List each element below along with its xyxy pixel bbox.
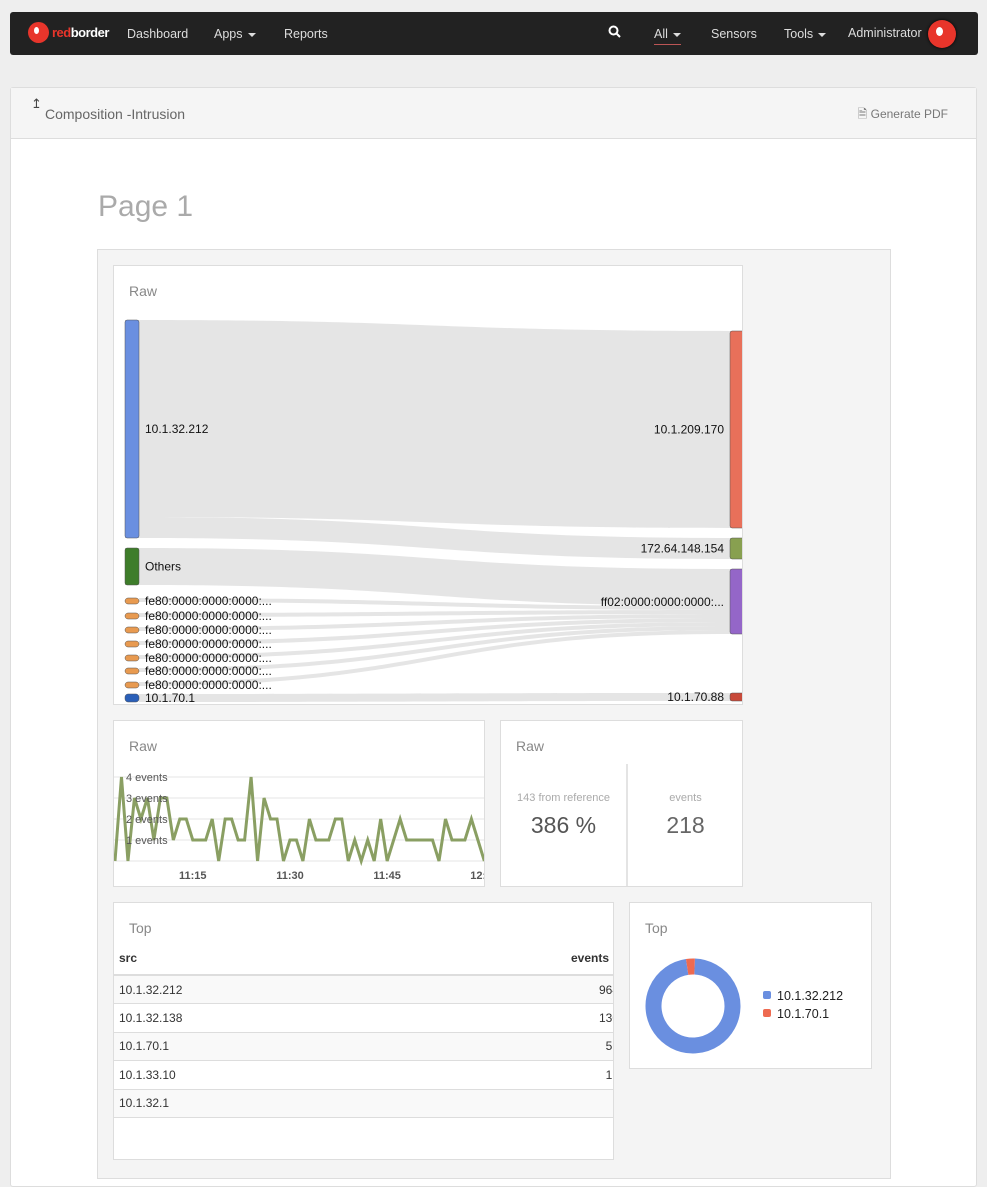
- stats-widget: Raw 143 from reference 386 % events 218: [500, 720, 743, 887]
- sankey-target-node: [730, 538, 742, 559]
- donut-slice: [654, 967, 733, 1046]
- y-tick-label: 4 events: [126, 772, 168, 784]
- search-icon[interactable]: [608, 25, 621, 41]
- sankey-source-node: [125, 655, 139, 661]
- sankey-widget: Raw 10.1.32.212Othersfe80:0000:0000:0000…: [113, 265, 743, 705]
- caret-down-icon: [673, 33, 681, 37]
- table-row[interactable]: 10.1.33.1017: [114, 1061, 613, 1090]
- nav-reports[interactable]: Reports: [284, 27, 328, 41]
- sankey-target-label: ff02:0000:0000:0000:...: [601, 595, 724, 609]
- sankey-source-label: fe80:0000:0000:0000:...: [145, 678, 272, 692]
- reference-label: 143 from reference: [501, 792, 626, 804]
- sankey-target-node: [730, 331, 742, 528]
- sankey-source-node: [125, 682, 139, 688]
- sankey-target-label: 10.1.70.88: [667, 690, 724, 704]
- events-cell: 6: [384, 1089, 613, 1118]
- legend-label: 10.1.32.212: [777, 989, 843, 1003]
- table-scroll[interactable]: srcevents 10.1.32.21296410.1.32.13813010…: [114, 941, 613, 1118]
- y-tick-label: 2 events: [126, 814, 168, 826]
- events-cell: 51: [384, 1032, 613, 1061]
- nav-dashboard[interactable]: Dashboard: [127, 27, 188, 41]
- top-table-widget: Top srcevents 10.1.32.21296410.1.32.1381…: [113, 902, 614, 1160]
- top-navbar: redborder Dashboard Apps Reports All Sen…: [10, 12, 978, 55]
- column-header-src[interactable]: src: [114, 941, 384, 975]
- column-header-events[interactable]: events: [384, 941, 613, 975]
- x-tick-label: 11:30: [276, 870, 304, 882]
- x-tick-label: 11:15: [179, 870, 207, 882]
- sankey-source-node: [125, 627, 139, 633]
- sankey-chart: 10.1.32.212 Others fe80:0000:0000:0000:...…: [114, 266, 742, 704]
- sankey-source-label: fe80:0000:0000:0000:...: [145, 651, 272, 665]
- filter-all-dropdown[interactable]: All: [654, 27, 681, 45]
- sankey-target-node: [730, 693, 742, 701]
- sankey-link: [139, 693, 730, 702]
- sankey-source-node: [125, 641, 139, 647]
- generate-pdf-button[interactable]: 🗎 Generate PDF: [858, 105, 948, 126]
- sankey-source-node: [125, 320, 139, 538]
- line-widget: Raw 1 events2 events3 events4 events11:1…: [113, 720, 485, 887]
- legend-swatch: [763, 991, 771, 999]
- sankey-target-label: 10.1.209.170: [654, 423, 724, 437]
- events-value: 218: [628, 812, 743, 839]
- panel-header: ↥ Composition -Intrusion 🗎 Generate PDF: [11, 88, 976, 139]
- sankey-source-node: [125, 694, 139, 702]
- sankey-link: [139, 320, 730, 528]
- line-chart: 1 events 2 events 3 events 4 events 11:15 11:…: [114, 721, 484, 886]
- sankey-source-label: 10.1.70.1: [145, 691, 195, 704]
- logo-icon: [28, 22, 49, 43]
- src-cell: 10.1.33.10: [114, 1061, 384, 1090]
- user-menu[interactable]: Administrator: [848, 26, 922, 40]
- report-title: Composition -Intrusion: [45, 106, 185, 122]
- widget-title: Top: [129, 920, 152, 936]
- sankey-source-label: fe80:0000:0000:0000:...: [145, 623, 272, 637]
- nav-sensors[interactable]: Sensors: [711, 27, 757, 41]
- back-arrow-icon[interactable]: ↥: [31, 96, 42, 112]
- events-cell: 964: [384, 975, 613, 1004]
- page-title: Page 1: [98, 190, 193, 224]
- legend-label: 10.1.70.1: [777, 1007, 829, 1021]
- y-tick-label: 3 events: [126, 793, 168, 805]
- redborder-logo[interactable]: redborder: [28, 22, 109, 43]
- donut-widget: Top 10.1.32.21210.1.70.1: [629, 902, 872, 1069]
- table-row[interactable]: 10.1.70.151: [114, 1032, 613, 1061]
- nav-apps[interactable]: Apps: [214, 27, 256, 41]
- widget-title: Raw: [516, 738, 544, 754]
- sankey-target-node: [730, 569, 742, 634]
- sankey-source-node: [125, 598, 139, 604]
- table-row[interactable]: 10.1.32.16: [114, 1089, 613, 1118]
- percent-value: 386 %: [501, 812, 626, 839]
- sankey-target-label: 172.64.148.154: [641, 542, 725, 556]
- src-cell: 10.1.32.138: [114, 1004, 384, 1033]
- sankey-source-label: fe80:0000:0000:0000:...: [145, 637, 272, 651]
- caret-down-icon: [248, 33, 256, 37]
- x-tick-label: 12:00: [470, 870, 484, 882]
- legend-swatch: [763, 1009, 771, 1017]
- sankey-source-label: fe80:0000:0000:0000:...: [145, 594, 272, 608]
- y-tick-label: 1 events: [126, 835, 168, 847]
- avatar[interactable]: [928, 20, 956, 48]
- sankey-source-node: [125, 668, 139, 674]
- events-cell: 17: [384, 1061, 613, 1090]
- sankey-source-label: Others: [145, 560, 181, 574]
- events-cell: 130: [384, 1004, 613, 1033]
- src-cell: 10.1.32.212: [114, 975, 384, 1004]
- sankey-source-label: fe80:0000:0000:0000:...: [145, 664, 272, 678]
- events-label: events: [628, 792, 743, 804]
- table-row[interactable]: 10.1.32.212964: [114, 975, 613, 1004]
- x-tick-label: 11:45: [373, 870, 401, 882]
- document-icon: 🗎: [858, 107, 868, 121]
- sankey-source-node: [125, 613, 139, 619]
- sankey-source-label: fe80:0000:0000:0000:...: [145, 609, 272, 623]
- top-table: srcevents 10.1.32.21296410.1.32.13813010…: [114, 941, 613, 1118]
- src-cell: 10.1.70.1: [114, 1032, 384, 1061]
- donut-chart: 10.1.32.212 10.1.70.1: [630, 903, 871, 1068]
- caret-down-icon: [818, 33, 826, 37]
- src-cell: 10.1.32.1: [114, 1089, 384, 1118]
- nav-tools[interactable]: Tools: [784, 27, 826, 41]
- table-row[interactable]: 10.1.32.138130: [114, 1004, 613, 1033]
- sankey-source-node: [125, 548, 139, 585]
- sankey-source-label: 10.1.32.212: [145, 422, 209, 436]
